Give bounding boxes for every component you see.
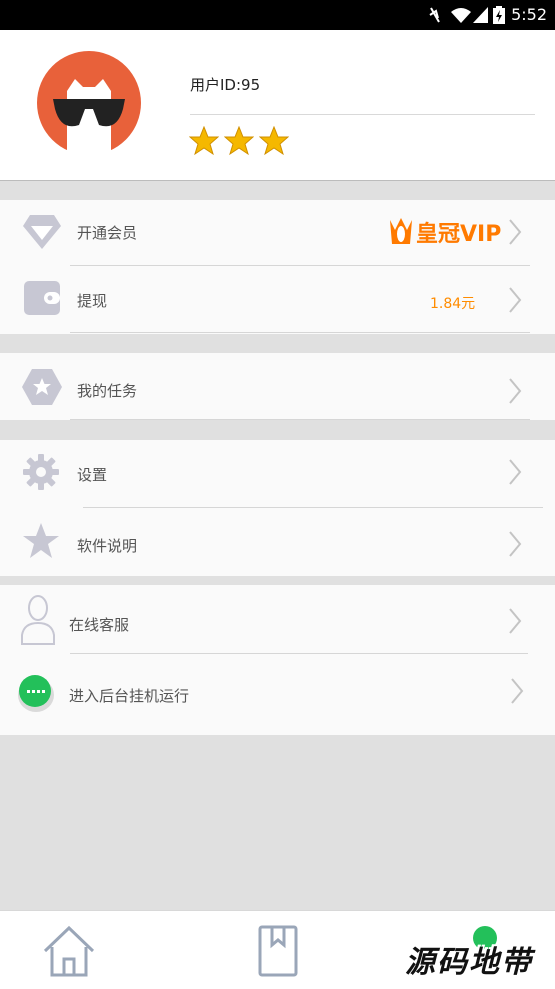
- menu-item-tasks[interactable]: 我的任务: [0, 353, 555, 420]
- diamond-icon: [23, 215, 61, 249]
- software-info-label: 软件说明: [77, 537, 138, 555]
- status-bar: 5:52: [0, 0, 555, 30]
- withdraw-amount: 1.84元: [430, 296, 476, 312]
- background-run-icon: [18, 675, 54, 712]
- service-card: 在线客服 进入后台挂机运行: [0, 585, 555, 735]
- background-run-label: 进入后台挂机运行: [69, 687, 190, 705]
- chevron-right-icon: [509, 608, 522, 634]
- menu-item-withdraw[interactable]: 提现 1.84元: [0, 266, 555, 334]
- chevron-right-icon: [509, 378, 522, 404]
- person-icon: [21, 595, 55, 645]
- menu-item-settings[interactable]: 设置: [0, 440, 555, 508]
- user-id-label: 用户ID:95: [190, 76, 261, 94]
- signal-icon: [473, 7, 488, 23]
- settings-card: 设置 软件说明: [0, 440, 555, 576]
- bottom-nav: 源码地带: [0, 910, 555, 989]
- settings-label: 设置: [77, 466, 108, 484]
- chevron-right-icon: [509, 531, 522, 557]
- home-icon[interactable]: [42, 925, 96, 977]
- battery-icon: [493, 6, 505, 24]
- menu-item-vip[interactable]: 开通会员 皇冠VIP: [0, 200, 555, 266]
- wallet-icon: [24, 281, 60, 315]
- chevron-right-icon: [511, 678, 524, 704]
- tasks-label: 我的任务: [77, 382, 138, 400]
- watermark: 源码地带: [405, 945, 533, 980]
- avatar[interactable]: [37, 51, 141, 155]
- task-hexagon-icon: [22, 369, 62, 405]
- wifi-icon: [451, 8, 471, 23]
- divider: [70, 653, 528, 654]
- menu-item-background-run[interactable]: 进入后台挂机运行: [0, 655, 555, 735]
- gear-icon: [23, 454, 59, 490]
- customer-service-label: 在线客服: [69, 616, 130, 634]
- withdraw-label: 提现: [77, 292, 108, 310]
- crown-icon: [390, 218, 412, 244]
- vip-badge: 皇冠VIP: [416, 222, 502, 247]
- chevron-right-icon: [509, 459, 522, 485]
- mute-icon: [429, 7, 440, 23]
- tasks-card: 我的任务: [0, 353, 555, 420]
- menu-item-software-info[interactable]: 软件说明: [0, 508, 555, 576]
- menu-item-customer-service[interactable]: 在线客服: [0, 585, 555, 655]
- status-time: 5:52: [511, 5, 547, 24]
- chevron-right-icon: [509, 219, 522, 245]
- vip-label: 开通会员: [77, 224, 138, 242]
- bookmark-icon[interactable]: [258, 925, 298, 977]
- profile-header: 用户ID:95: [0, 30, 555, 181]
- divider: [70, 419, 530, 420]
- star-icon: [259, 126, 289, 156]
- star-icon: [224, 126, 254, 156]
- profile-divider: [190, 114, 535, 115]
- divider: [70, 332, 530, 333]
- account-card: 开通会员 皇冠VIP 提现 1.84元: [0, 200, 555, 334]
- star-icon: [189, 126, 219, 156]
- chevron-right-icon: [509, 287, 522, 313]
- star-outline-icon: [23, 523, 59, 558]
